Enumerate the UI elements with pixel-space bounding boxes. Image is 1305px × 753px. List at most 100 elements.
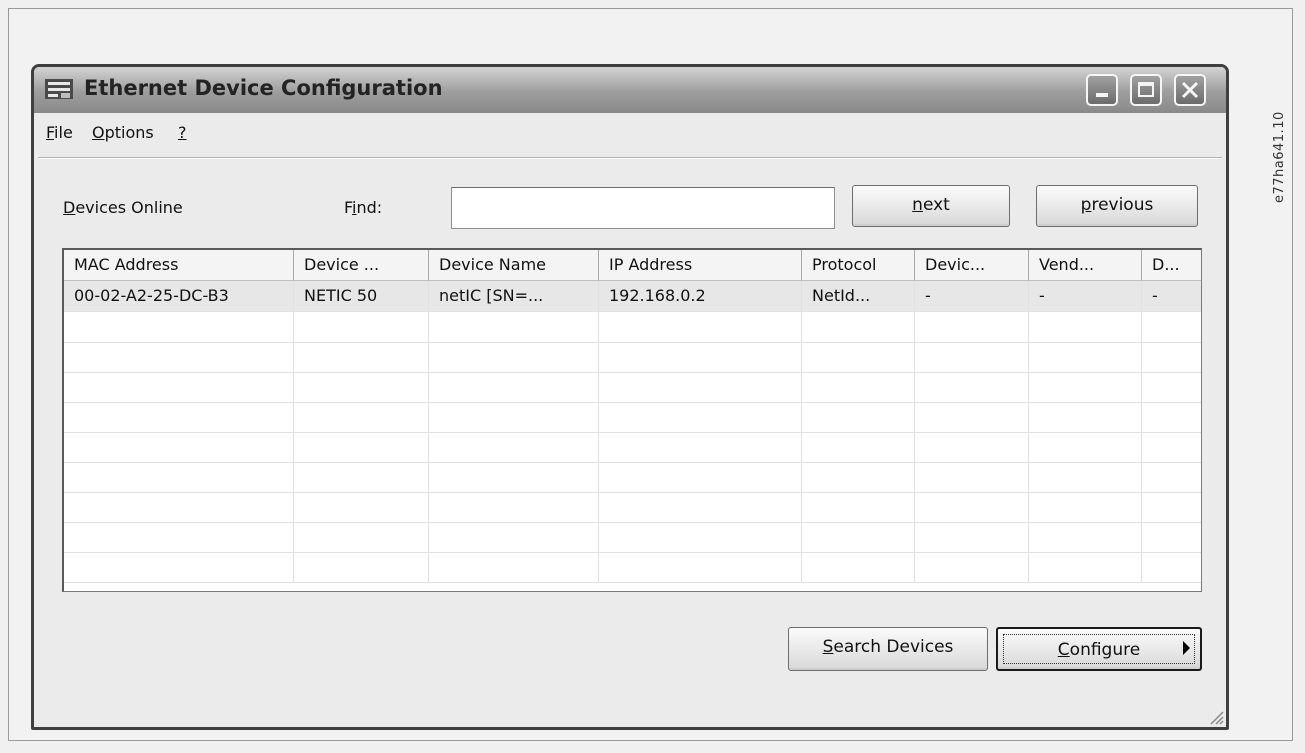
empty-table-cell	[64, 522, 294, 552]
menu-help-hotkey: ?	[178, 123, 187, 142]
empty-table-cell	[1029, 402, 1142, 432]
empty-table-cell	[915, 312, 1029, 342]
previous-button[interactable]: previous	[1036, 185, 1198, 227]
search-devices-button[interactable]: Search Devices	[788, 627, 988, 671]
find-label-rest: nd:	[356, 198, 383, 217]
empty-table-cell	[915, 372, 1029, 402]
empty-table-cell	[599, 342, 802, 372]
table-cell: -	[1142, 281, 1201, 311]
menu-options-label: ptions	[104, 123, 154, 142]
column-header[interactable]: IP Address	[599, 250, 802, 280]
configure-button[interactable]: Configure	[996, 627, 1202, 671]
empty-table-cell	[1142, 462, 1201, 492]
menu-file[interactable]: File	[46, 123, 73, 142]
empty-table-cell	[64, 552, 294, 582]
find-input[interactable]	[451, 187, 835, 229]
empty-table-row	[64, 342, 1201, 373]
empty-table-cell	[915, 432, 1029, 462]
previous-hotkey: p	[1080, 195, 1092, 215]
close-icon	[1181, 81, 1199, 99]
empty-table-cell	[1142, 402, 1201, 432]
table-cell: netIC [SN=...	[429, 281, 599, 311]
empty-table-cell	[599, 432, 802, 462]
empty-table-cell	[599, 372, 802, 402]
empty-table-cell	[1142, 372, 1201, 402]
empty-table-cell	[599, 462, 802, 492]
table-cell: NetId...	[802, 281, 915, 311]
empty-table-cell	[802, 462, 915, 492]
next-hotkey: n	[912, 195, 923, 215]
empty-table-cell	[802, 312, 915, 342]
empty-table-cell	[599, 552, 802, 582]
empty-table-cell	[294, 552, 429, 582]
devices-table[interactable]: MAC Address Device ... Device Name IP Ad…	[62, 248, 1202, 592]
empty-table-cell	[64, 462, 294, 492]
empty-table-cell	[915, 552, 1029, 582]
empty-table-cell	[1029, 552, 1142, 582]
empty-table-cell	[64, 432, 294, 462]
empty-table-cell	[429, 492, 599, 522]
empty-table-row	[64, 312, 1201, 343]
maximize-button[interactable]	[1130, 74, 1162, 106]
empty-table-cell	[64, 312, 294, 342]
empty-table-cell	[294, 432, 429, 462]
empty-table-row	[64, 372, 1201, 403]
configure-text: onfigure	[1069, 640, 1141, 660]
empty-table-cell	[294, 312, 429, 342]
empty-table-cell	[1029, 522, 1142, 552]
column-header[interactable]: Devic...	[915, 250, 1029, 280]
empty-table-row	[64, 492, 1201, 523]
empty-table-cell	[599, 522, 802, 552]
empty-table-cell	[64, 342, 294, 372]
find-label: Find:	[344, 198, 382, 217]
table-cell: 192.168.0.2	[599, 281, 802, 311]
empty-table-cell	[429, 372, 599, 402]
empty-table-cell	[1029, 342, 1142, 372]
empty-table-cell	[294, 372, 429, 402]
empty-table-cell	[429, 402, 599, 432]
title-bar[interactable]: Ethernet Device Configuration	[34, 67, 1226, 113]
column-header[interactable]: Device ...	[294, 250, 429, 280]
column-header[interactable]: Protocol	[802, 250, 915, 280]
empty-table-cell	[64, 372, 294, 402]
search-hotkey: S	[822, 637, 834, 657]
find-label-pre: F	[344, 198, 353, 217]
empty-table-cell	[915, 402, 1029, 432]
table-cell: 00-02-A2-25-DC-B3	[64, 281, 294, 311]
dropdown-arrow-icon	[1183, 641, 1190, 655]
empty-table-cell	[294, 402, 429, 432]
column-header[interactable]: MAC Address	[64, 250, 294, 280]
empty-table-cell	[429, 462, 599, 492]
table-row[interactable]: 00-02-A2-25-DC-B3 NETIC 50 netIC [SN=...…	[64, 281, 1201, 312]
empty-table-cell	[294, 342, 429, 372]
devices-online-text: evices Online	[75, 198, 183, 217]
menu-help[interactable]: ?	[178, 123, 187, 142]
empty-table-cell	[1142, 342, 1201, 372]
empty-table-cell	[294, 522, 429, 552]
empty-table-cell	[915, 522, 1029, 552]
empty-table-cell	[802, 492, 915, 522]
minimize-button[interactable]	[1086, 74, 1118, 106]
empty-table-cell	[802, 372, 915, 402]
column-header[interactable]: Vend...	[1029, 250, 1142, 280]
close-button[interactable]	[1174, 74, 1206, 106]
empty-table-cell	[802, 342, 915, 372]
menu-bar: File Options ?	[34, 113, 1226, 157]
empty-table-cell	[429, 552, 599, 582]
empty-table-cell	[1029, 312, 1142, 342]
maximize-icon	[1138, 82, 1154, 97]
table-header: MAC Address Device ... Device Name IP Ad…	[64, 250, 1201, 281]
empty-table-cell	[294, 492, 429, 522]
previous-label: revious	[1091, 195, 1154, 215]
menu-file-label: ile	[54, 123, 73, 142]
next-button[interactable]: next	[852, 185, 1010, 227]
resize-grip-icon[interactable]	[1206, 707, 1224, 725]
column-header[interactable]: D...	[1142, 250, 1201, 280]
figure-code: e77ha641.10	[1272, 111, 1287, 203]
column-header[interactable]: Device Name	[429, 250, 599, 280]
minimize-icon	[1096, 93, 1108, 97]
menu-options[interactable]: Options	[92, 123, 154, 142]
table-cell: NETIC 50	[294, 281, 429, 311]
menu-file-hotkey: F	[46, 123, 55, 142]
empty-table-row	[64, 432, 1201, 463]
